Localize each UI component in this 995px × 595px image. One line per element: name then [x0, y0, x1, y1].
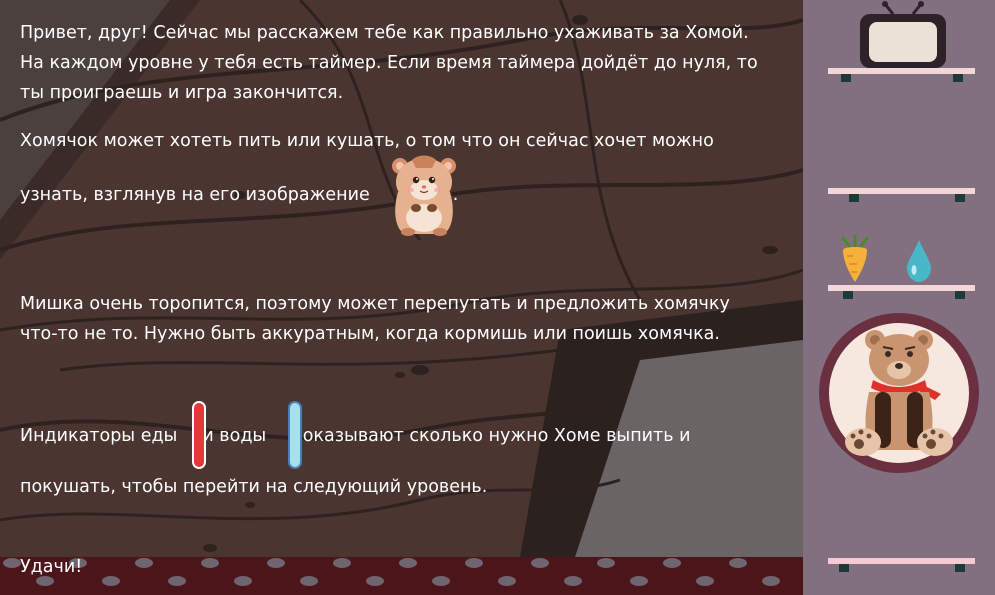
hamster-desire-text: узнать, взглянув на его изображение [20, 185, 370, 205]
bear-warning-line-1: Мишка очень торопится, поэтому может пер… [20, 294, 730, 314]
food-indicator-icon [192, 401, 206, 469]
shelf-third [828, 285, 975, 299]
bear-icon [819, 313, 979, 473]
good-luck-text: Удачи! [20, 557, 83, 577]
indicators-line-1: Индикаторы еды и воды показывают сколько н… [20, 421, 690, 451]
bear-warning: Мишка очень торопится, поэтому может пер… [20, 289, 730, 349]
carrot-icon[interactable] [841, 234, 869, 282]
intro-line-2: На каждом уровне у тебя есть таймер. Есл… [20, 53, 758, 73]
intro-line-1: Привет, друг! Сейчас мы расскажем тебе к… [20, 23, 749, 43]
game-scene: Привет, друг! Сейчас мы расскажем тебе к… [0, 0, 995, 595]
hamster-icon [392, 155, 456, 236]
water-drop-icon[interactable] [907, 240, 931, 282]
floor-strip [0, 557, 803, 595]
bear-warning-line-2: что-то не то. Нужно быть аккуратным, ког… [20, 324, 720, 344]
tv-icon [860, 1, 946, 68]
shelf-panel [803, 0, 995, 595]
indicators-water-label: и воды [202, 426, 267, 446]
indicators-line-2: покушать, чтобы перейти на следующий уро… [20, 477, 488, 497]
instructions-intro: Привет, друг! Сейчас мы расскажем тебе к… [20, 18, 758, 108]
water-indicator-icon [288, 401, 302, 469]
indicators-food-label: Индикаторы еды [20, 426, 178, 446]
intro-line-3: ты проиграешь и игра закончится. [20, 83, 344, 103]
indicators-explanation: показывают сколько нужно Хоме выпить и [291, 426, 691, 446]
shelf-second [828, 188, 975, 202]
floor-dots [3, 558, 780, 586]
shelf-top [828, 68, 975, 82]
shelf-panel-art [819, 1, 979, 572]
shelf-bottom [828, 558, 975, 572]
hamster-desire-line-1: Хомячок может хотеть пить или кушать, о … [20, 131, 714, 151]
